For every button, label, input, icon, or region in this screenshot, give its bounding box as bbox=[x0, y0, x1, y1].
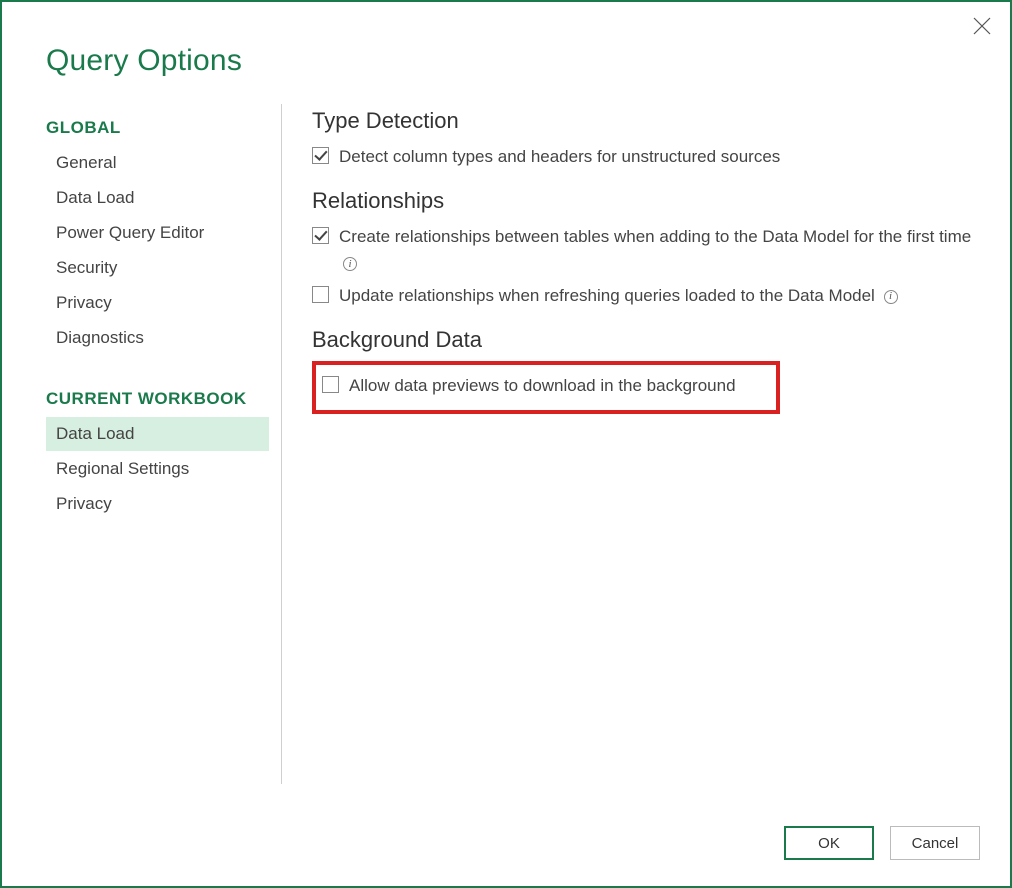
info-icon[interactable]: i bbox=[343, 257, 357, 271]
sidebar-item-data-load-workbook[interactable]: Data Load bbox=[46, 417, 269, 451]
sidebar-item-data-load-global[interactable]: Data Load bbox=[46, 181, 269, 215]
sidebar-item-privacy-workbook[interactable]: Privacy bbox=[46, 487, 269, 521]
option-update-relationships[interactable]: Update relationships when refreshing que… bbox=[312, 283, 988, 309]
highlight-annotation: Allow data previews to download in the b… bbox=[312, 361, 780, 413]
group-title-type-detection: Type Detection bbox=[312, 108, 988, 134]
group-title-relationships: Relationships bbox=[312, 188, 988, 214]
option-label: Update relationships when refreshing que… bbox=[339, 283, 898, 309]
info-icon[interactable]: i bbox=[884, 290, 898, 304]
ok-button[interactable]: OK bbox=[784, 826, 874, 860]
group-title-background-data: Background Data bbox=[312, 327, 988, 353]
option-detect-column-types[interactable]: Detect column types and headers for unst… bbox=[312, 144, 988, 170]
cancel-button[interactable]: Cancel bbox=[890, 826, 980, 860]
close-button[interactable] bbox=[972, 16, 992, 36]
close-icon bbox=[972, 16, 992, 36]
content-panel: Type Detection Detect column types and h… bbox=[282, 104, 988, 784]
sidebar-header-global: GLOBAL bbox=[46, 118, 269, 138]
dialog-footer: OK Cancel bbox=[784, 826, 980, 860]
sidebar-item-diagnostics[interactable]: Diagnostics bbox=[46, 321, 269, 355]
checkbox-icon bbox=[312, 227, 329, 244]
sidebar-item-regional-settings[interactable]: Regional Settings bbox=[46, 452, 269, 486]
option-label: Detect column types and headers for unst… bbox=[339, 144, 780, 170]
sidebar-item-power-query-editor[interactable]: Power Query Editor bbox=[46, 216, 269, 250]
checkbox-icon bbox=[312, 147, 329, 164]
sidebar-item-privacy-global[interactable]: Privacy bbox=[46, 286, 269, 320]
sidebar-item-security[interactable]: Security bbox=[46, 251, 269, 285]
sidebar-item-general[interactable]: General bbox=[46, 146, 269, 180]
option-allow-background-previews[interactable]: Allow data previews to download in the b… bbox=[322, 373, 766, 399]
option-label: Allow data previews to download in the b… bbox=[349, 373, 736, 399]
query-options-dialog: Query Options GLOBAL General Data Load P… bbox=[0, 0, 1012, 888]
option-label: Create relationships between tables when… bbox=[339, 224, 988, 277]
option-create-relationships[interactable]: Create relationships between tables when… bbox=[312, 224, 988, 277]
sidebar-header-current-workbook: CURRENT WORKBOOK bbox=[46, 389, 269, 409]
checkbox-icon bbox=[322, 376, 339, 393]
dialog-title: Query Options bbox=[2, 2, 1010, 78]
sidebar: GLOBAL General Data Load Power Query Edi… bbox=[46, 104, 282, 784]
checkbox-icon bbox=[312, 286, 329, 303]
